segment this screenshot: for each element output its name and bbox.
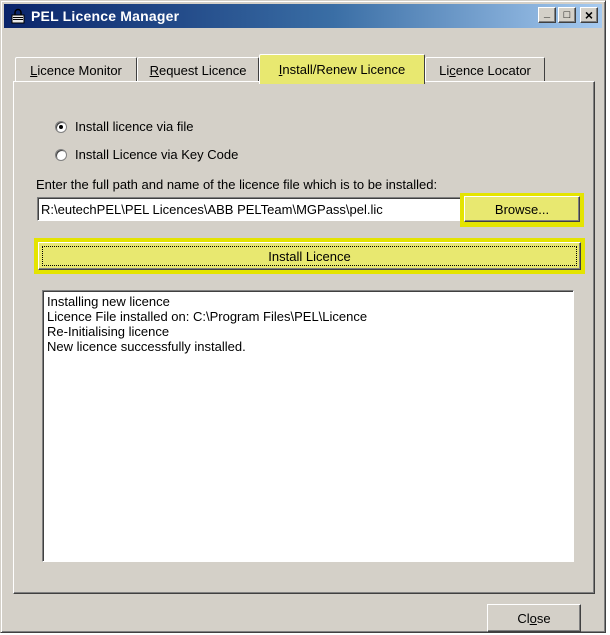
tab-licence-locator[interactable]: Licence Locator <box>425 57 545 82</box>
install-licence-button[interactable]: Install Licence <box>38 242 581 270</box>
minimize-icon: _ <box>543 6 551 19</box>
browse-button-label: Browse... <box>494 201 550 217</box>
caption-buttons: _ □ × <box>538 7 598 23</box>
maximize-icon: □ <box>563 8 571 21</box>
tab-label: Install/Renew Licence <box>278 62 406 77</box>
tab-label: Licence Monitor <box>30 62 122 78</box>
tab-request-licence[interactable]: Request Licence <box>137 57 259 82</box>
radio-file-label: Install licence via file <box>75 119 194 134</box>
radio-install-via-key-code[interactable]: Install Licence via Key Code <box>55 147 238 162</box>
log-line: Re-Initialising licence <box>47 324 170 339</box>
close-icon: × <box>584 7 594 23</box>
radio-install-via-file[interactable]: Install licence via file <box>55 119 194 134</box>
close-button[interactable]: Close <box>487 604 581 632</box>
tab-label: Request Licence <box>149 62 247 78</box>
close-window-button[interactable]: × <box>580 7 598 23</box>
title-bar[interactable]: PEL Licence Manager _ □ × <box>4 4 602 28</box>
radio-key-label: Install Licence via Key Code <box>75 147 239 162</box>
licence-manager-window: PEL Licence Manager _ □ × Licence Monito… <box>0 0 606 633</box>
browse-button[interactable]: Browse... <box>464 196 580 222</box>
log-line: Installing new licence <box>47 294 170 309</box>
radio-button-unchecked[interactable] <box>55 148 67 161</box>
install-log-box[interactable]: Installing new licence Licence File inst… <box>42 290 574 562</box>
licence-file-path-input[interactable] <box>37 197 462 221</box>
tab-licence-monitor[interactable]: Licence Monitor <box>15 57 137 82</box>
maximize-button[interactable]: □ <box>558 7 576 23</box>
tab-install-renew-licence[interactable]: Install/Renew Licence <box>259 54 425 84</box>
log-line: Licence File installed on: C:\Program Fi… <box>47 309 368 324</box>
window-title: PEL Licence Manager <box>31 8 180 24</box>
tab-label: Licence Locator <box>439 62 531 78</box>
path-prompt-label: Enter the full path and name of the lice… <box>36 177 438 192</box>
install-button-label: Install Licence <box>268 248 351 264</box>
install-renew-panel: Install licence via file Install Licence… <box>13 81 595 594</box>
close-button-label: Close <box>517 610 551 626</box>
log-line: New licence successfully installed. <box>47 339 246 354</box>
radio-button-checked[interactable] <box>55 120 67 133</box>
padlock-app-icon <box>10 8 26 24</box>
minimize-button[interactable]: _ <box>538 7 556 23</box>
